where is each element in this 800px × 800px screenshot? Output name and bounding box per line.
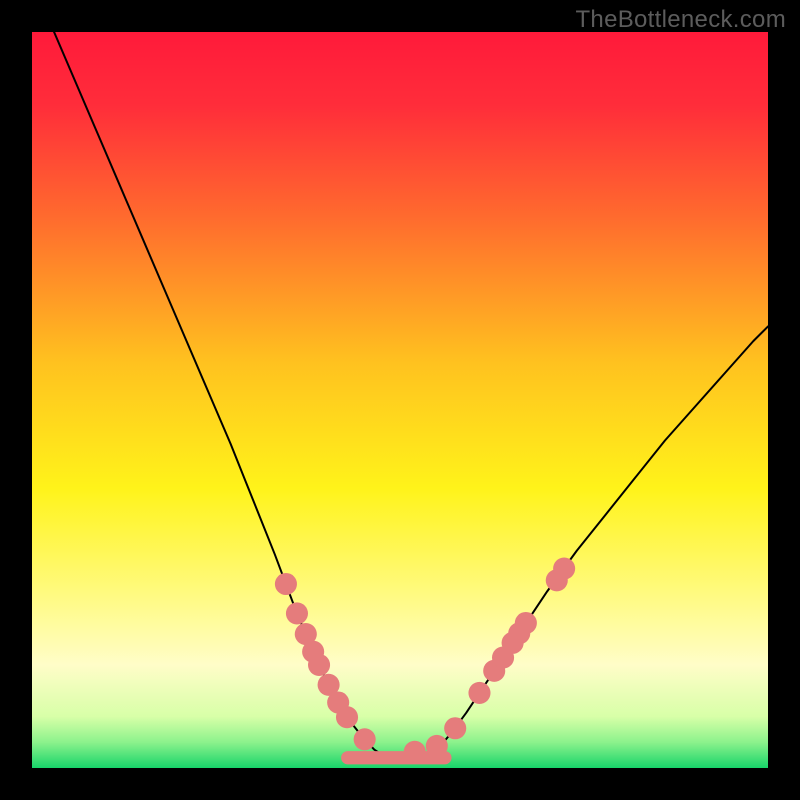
marker-point: [275, 573, 297, 595]
chart-background-gradient: [32, 32, 768, 768]
marker-point: [286, 602, 308, 624]
chart-stage: TheBottleneck.com: [0, 0, 800, 800]
watermark-text: TheBottleneck.com: [575, 6, 786, 34]
marker-point: [515, 612, 537, 634]
marker-point: [336, 706, 358, 728]
marker-point: [308, 654, 330, 676]
marker-point: [468, 682, 490, 704]
chart-svg: [32, 32, 768, 768]
marker-point: [553, 558, 575, 580]
marker-point: [444, 717, 466, 739]
marker-point: [426, 735, 448, 757]
marker-point: [354, 728, 376, 750]
marker-point: [404, 741, 426, 763]
chart-plot-area: [32, 32, 768, 768]
